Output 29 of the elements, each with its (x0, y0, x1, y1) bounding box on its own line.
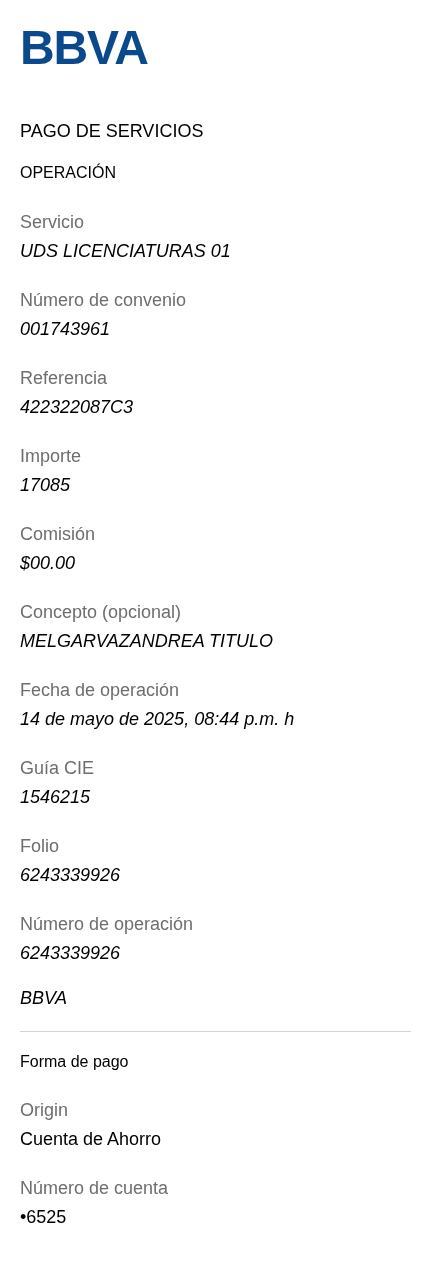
field-value: Cuenta de Ahorro (20, 1128, 163, 1151)
bank-name: BBVA (20, 988, 68, 1008)
field-value: 1546215 (20, 786, 92, 809)
field-label: Importe (20, 445, 83, 468)
field-value: •6525 (20, 1206, 68, 1229)
field-value: 17085 (20, 474, 72, 497)
field-label: Concepto (opcional) (20, 601, 183, 624)
field-value: 001743961 (20, 318, 112, 341)
field-label: Fecha de operación (20, 679, 181, 702)
field-value: UDS LICENCIATURAS 01 (20, 240, 232, 263)
field-label: Referencia (20, 367, 109, 390)
field-label: Folio (20, 835, 60, 858)
field-label: Origin (20, 1099, 69, 1122)
field-value: 6243339926 (20, 864, 122, 887)
field-label: Número de operación (20, 913, 195, 936)
field-value: 422322087C3 (20, 396, 135, 419)
field-label: Servicio (20, 211, 86, 234)
field-label: Número de convenio (20, 289, 188, 312)
bbva-logo: BBVA (20, 21, 148, 74)
field-label: Número de cuenta (20, 1177, 170, 1200)
field-value: $00.00 (20, 552, 77, 575)
field-value: 6243339926 (20, 942, 122, 965)
field-value: 14 de mayo de 2025, 08:44 p.m. h (20, 708, 296, 731)
section-heading: OPERACIÓN (20, 164, 116, 181)
field-value: MELGARVAZANDREA TITULO (20, 630, 275, 653)
field-label: Comisión (20, 523, 97, 546)
page-title: PAGO DE SERVICIOS (20, 121, 204, 141)
section-heading: Forma de pago (20, 1053, 129, 1070)
field-label: Guía CIE (20, 757, 96, 780)
